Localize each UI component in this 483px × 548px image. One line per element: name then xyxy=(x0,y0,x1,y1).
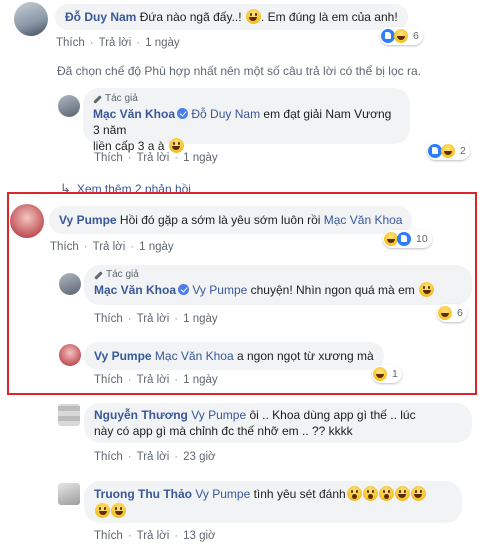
comment-bubble: Đỗ Duy Nam Đứa nào ngã đấy..! . Em đúng … xyxy=(55,4,408,30)
author-badge: Tác giả xyxy=(93,93,400,105)
haha-reaction-icon xyxy=(441,144,455,158)
avatar[interactable] xyxy=(10,204,44,238)
timestamp[interactable]: 1 ngày xyxy=(145,37,180,49)
avatar[interactable] xyxy=(59,273,81,295)
reply-actions: Thích · Trả lời · 1 ngày xyxy=(94,313,218,325)
filter-notice: Đã chọn chế độ Phù hợp nhất nên một số c… xyxy=(57,64,421,78)
avatar[interactable] xyxy=(58,95,80,117)
like-reaction-icon xyxy=(381,29,395,43)
reply-text: chuyện! Nhìn ngon quá mà em xyxy=(247,283,419,297)
mention-link[interactable]: Vy Pumpe xyxy=(191,408,246,422)
like-link[interactable]: Thích xyxy=(94,313,123,325)
reaction-count: 10 xyxy=(416,233,428,245)
reply-author[interactable]: Vy Pumpe xyxy=(94,349,152,363)
comment-text: ôi .. Khoa dùng app gì thế .. lúc xyxy=(246,408,416,422)
reaction-count: 2 xyxy=(460,145,466,157)
reaction-summary[interactable]: 6 xyxy=(437,304,467,322)
like-link[interactable]: Thích xyxy=(94,530,123,542)
wow-emoji-icon xyxy=(346,486,362,501)
reply-link[interactable]: Trả lời xyxy=(137,152,170,164)
reply-text: a ngon ngọt từ xương mà xyxy=(233,349,374,363)
comment-actions: Thích · Trả lời · 13 giờ xyxy=(94,530,216,542)
timestamp[interactable]: 23 giờ xyxy=(183,451,215,463)
verified-badge-icon xyxy=(178,284,190,295)
timestamp[interactable]: 1 ngày xyxy=(183,313,218,325)
reaction-summary[interactable]: 6 xyxy=(380,27,423,45)
wow-emoji-icon xyxy=(378,486,394,501)
reply-actions: Thích · Trả lời · 1 ngày xyxy=(94,152,218,164)
reply-link[interactable]: Trả lời xyxy=(137,313,170,325)
avatar[interactable] xyxy=(58,483,80,505)
timestamp[interactable]: 13 giờ xyxy=(183,530,215,542)
comment-author[interactable]: Vy Pumpe xyxy=(59,213,117,227)
laughing-emoji-icon xyxy=(245,9,261,24)
like-link[interactable]: Thích xyxy=(94,374,123,386)
author-badge: Tác giả xyxy=(94,269,462,281)
smile-emoji-icon xyxy=(394,486,410,501)
mention-link[interactable]: Đỗ Duy Nam xyxy=(191,107,260,121)
comment-bubble: Vy Pumpe Hồi đó gặp a sớm là yêu sớm luô… xyxy=(49,206,413,234)
haha-reaction-icon xyxy=(438,306,452,320)
pen-icon xyxy=(93,94,102,104)
like-reaction-icon xyxy=(428,144,442,158)
reply-link[interactable]: Trả lời xyxy=(137,451,170,463)
pen-icon xyxy=(94,270,103,280)
timestamp[interactable]: 1 ngày xyxy=(183,152,218,164)
reply-actions: Thích · Trả lời · 1 ngày xyxy=(94,374,218,386)
mention-link[interactable]: Vy Pumpe xyxy=(192,283,247,297)
comment-actions: Thích · Trả lời · 1 ngày xyxy=(50,241,174,253)
comment-text: này có app gì mà chỉnh đc thế nhỡ em .. … xyxy=(94,424,353,438)
reply-link[interactable]: Trả lời xyxy=(99,37,132,49)
mention-link[interactable]: Vy Pumpe xyxy=(195,487,250,501)
like-reaction-icon xyxy=(397,232,411,246)
smile-emoji-icon xyxy=(111,503,126,518)
reply-bubble: Tác giả Mạc Văn Khoa Đỗ Duy Nam em đạt g… xyxy=(83,88,410,153)
avatar[interactable] xyxy=(14,2,48,36)
reply-link[interactable]: Trả lời xyxy=(137,530,170,542)
comment-text: . Em đúng là em của anh! xyxy=(260,10,398,24)
reaction-count: 6 xyxy=(457,307,463,319)
reply-bubble: Vy Pumpe Mạc Văn Khoa a ngon ngọt từ xươ… xyxy=(84,342,384,370)
reply-link[interactable]: Trả lời xyxy=(137,374,170,386)
comment-actions: Thích · Trả lời · 23 giờ xyxy=(94,451,216,463)
like-link[interactable]: Thích xyxy=(50,241,79,253)
smile-emoji-icon xyxy=(95,503,110,518)
comment-bubble: Nguyễn Thương Vy Pumpe ôi .. Khoa dùng a… xyxy=(84,403,472,443)
comment-text: tình yêu sét đánh xyxy=(253,487,346,501)
reply-author[interactable]: Mạc Văn Khoa xyxy=(94,283,176,297)
verified-badge-icon xyxy=(177,108,189,119)
reply-link[interactable]: Trả lời xyxy=(93,241,126,253)
timestamp[interactable]: 1 ngày xyxy=(183,374,218,386)
reply-bubble: Tác giả Mạc Văn Khoa Vy Pumpe chuyện! Nh… xyxy=(84,265,472,305)
comment-author[interactable]: Nguyễn Thương xyxy=(94,408,188,422)
avatar[interactable] xyxy=(58,404,80,426)
like-link[interactable]: Thích xyxy=(94,451,123,463)
smile-emoji-icon xyxy=(419,282,435,297)
like-link[interactable]: Thích xyxy=(94,152,123,164)
comment-actions: Thích · Trả lời · 1 ngày xyxy=(56,37,180,49)
reaction-summary[interactable]: 2 xyxy=(427,142,470,160)
timestamp[interactable]: 1 ngày xyxy=(139,241,174,253)
reply-author[interactable]: Mạc Văn Khoa xyxy=(93,107,175,121)
reaction-summary[interactable]: 10 xyxy=(383,230,432,248)
mention-link[interactable]: Mạc Văn Khoa xyxy=(324,213,403,227)
reaction-summary[interactable]: 1 xyxy=(372,365,402,383)
comment-text: Đứa nào ngã đấy..! xyxy=(139,10,245,24)
avatar[interactable] xyxy=(59,344,81,366)
reply-text: liền cấp 3 a à xyxy=(93,139,168,153)
comment-text: Hồi đó gặp a sớm là yêu sớm luôn rồi xyxy=(119,213,321,227)
haha-reaction-icon xyxy=(373,367,387,381)
comment-bubble: Truong Thu Thảo Vy Pumpe tình yêu sét đá… xyxy=(84,481,462,523)
comment-author[interactable]: Truong Thu Thảo xyxy=(94,487,192,501)
reaction-count: 1 xyxy=(392,368,398,380)
comment-author[interactable]: Đỗ Duy Nam xyxy=(65,10,136,24)
smile-emoji-icon xyxy=(168,138,184,153)
mention-link[interactable]: Mạc Văn Khoa xyxy=(155,349,234,363)
haha-reaction-icon xyxy=(394,29,408,43)
haha-reaction-icon xyxy=(384,232,398,246)
like-link[interactable]: Thích xyxy=(56,37,85,49)
wow-emoji-icon xyxy=(362,486,378,501)
smile-emoji-icon xyxy=(410,486,426,501)
reaction-count: 6 xyxy=(413,30,419,42)
